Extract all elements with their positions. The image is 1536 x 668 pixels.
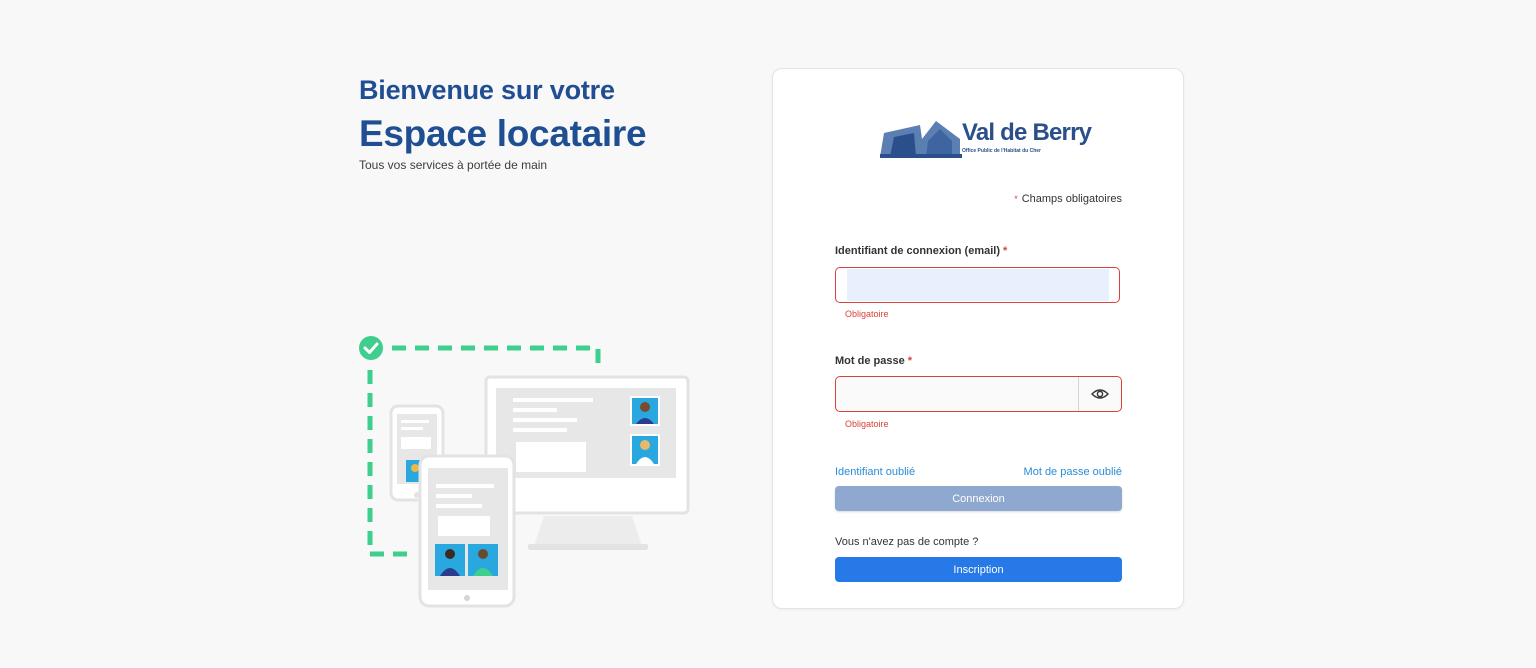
required-marker: * [907, 355, 912, 367]
page-title: Espace locataire [359, 113, 647, 154]
password-label: Mot de passe * [835, 355, 912, 367]
welcome-section: Bienvenue sur votre Espace locataire Tou… [359, 74, 647, 172]
eye-icon [1091, 389, 1109, 399]
password-input[interactable] [836, 377, 1078, 411]
email-input[interactable] [836, 268, 1119, 302]
login-page: Bienvenue sur votre Espace locataire Tou… [0, 0, 1536, 668]
tablet-icon [418, 454, 516, 608]
password-field-wrapper [835, 376, 1122, 412]
welcome-heading: Bienvenue sur votre [359, 75, 615, 105]
logo-wordmark: Val de Berry [962, 119, 1092, 146]
show-password-button[interactable] [1078, 377, 1121, 411]
val-de-berry-logo: Val de Berry Office Public de l'Habitat … [880, 117, 1092, 159]
login-button[interactable]: Connexion [835, 486, 1122, 511]
password-error: Obligatoire [845, 419, 889, 429]
devices-illustration [359, 336, 690, 608]
monitor-icon [484, 375, 690, 550]
forgot-id-link[interactable]: Identifiant oublié [835, 466, 915, 478]
check-circle-icon [359, 336, 383, 360]
email-label-text: Identifiant de connexion (email) [835, 245, 1001, 257]
signup-button[interactable]: Inscription [835, 557, 1122, 582]
email-field-wrapper [835, 267, 1120, 303]
login-card: Val de Berry Office Public de l'Habitat … [772, 68, 1184, 609]
required-marker: * [1014, 194, 1018, 204]
forgot-password-link[interactable]: Mot de passe oublié [1024, 466, 1122, 478]
required-marker: * [1003, 245, 1008, 257]
buildings-logo-icon [880, 121, 962, 158]
password-label-text: Mot de passe [835, 355, 905, 367]
required-fields-note: * Champs obligatoires [1014, 193, 1122, 205]
welcome-subtitle: Tous vos services à portée de main [359, 158, 548, 172]
email-label: Identifiant de connexion (email) * [835, 245, 1007, 257]
no-account-text: Vous n'avez pas de compte ? [835, 536, 979, 548]
email-error: Obligatoire [845, 309, 889, 319]
logo-tagline: Office Public de l'Habitat du Cher [962, 148, 1041, 154]
required-note-text: Champs obligatoires [1021, 193, 1122, 205]
